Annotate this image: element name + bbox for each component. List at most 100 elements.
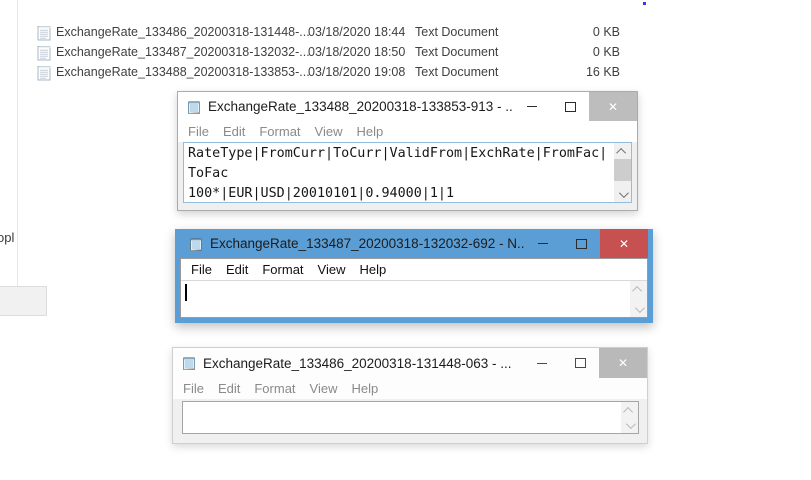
menu-edit[interactable]: Edit — [216, 124, 252, 139]
chevron-down-icon — [626, 419, 636, 429]
background-partial-text: opl — [0, 230, 14, 245]
file-size: 16 KB — [510, 65, 620, 79]
background-button-fragment — [0, 286, 47, 316]
scroll-up-button[interactable] — [621, 402, 638, 418]
scroll-up-button[interactable] — [614, 143, 631, 159]
text-file-icon — [37, 45, 51, 61]
vertical-scrollbar[interactable] — [614, 143, 631, 202]
minimize-button[interactable] — [513, 92, 551, 121]
close-icon: ✕ — [619, 237, 629, 251]
chevron-down-icon — [619, 188, 629, 198]
scroll-down-button[interactable] — [621, 417, 638, 433]
maximize-icon — [576, 239, 587, 249]
menu-help[interactable]: Help — [344, 381, 385, 396]
text-area[interactable] — [181, 281, 647, 317]
file-list: ExchangeRate_133486_20200318-131448-... … — [30, 23, 652, 83]
file-date: 03/18/2020 18:50 — [308, 45, 405, 59]
file-name: ExchangeRate_133488_20200318-133853-... — [56, 65, 310, 79]
chevron-up-icon — [632, 285, 642, 295]
text-area[interactable] — [182, 401, 639, 434]
scrollbar-thumb[interactable] — [614, 159, 631, 181]
menubar: File Edit Format View Help — [173, 378, 647, 399]
file-size: 0 KB — [510, 25, 620, 39]
menu-file[interactable]: File — [184, 262, 219, 277]
file-name: ExchangeRate_133487_20200318-132032-... — [56, 45, 310, 59]
notepad-window-133487: ExchangeRate_133487_20200318-132032-692 … — [175, 229, 653, 323]
notepad-icon — [181, 355, 197, 371]
desktop: opl ExchangeRate_133486_20200318-131448-… — [0, 0, 811, 480]
vertical-scrollbar[interactable] — [621, 402, 638, 433]
window-title: ExchangeRate_133488_20200318-133853-913 … — [208, 99, 513, 114]
menubar: File Edit Format View Help — [181, 259, 647, 281]
close-icon: ✕ — [618, 356, 628, 370]
text-area[interactable]: RateType|FromCurr|ToCurr|ValidFrom|ExchR… — [183, 142, 632, 203]
menu-file[interactable]: File — [181, 124, 216, 139]
menu-format[interactable]: Format — [247, 381, 302, 396]
window-controls: ✕ — [523, 348, 647, 378]
background-window-edge — [17, 0, 18, 312]
file-type: Text Document — [415, 45, 498, 59]
document-text: RateType|FromCurr|ToCurr|ValidFrom|ExchR… — [188, 144, 611, 202]
menubar: File Edit Format View Help — [178, 121, 637, 142]
maximize-icon — [565, 102, 576, 112]
notepad-icon — [188, 236, 204, 252]
file-name: ExchangeRate_133486_20200318-131448-... — [56, 25, 310, 39]
menu-help[interactable]: Help — [349, 124, 390, 139]
menu-view[interactable]: View — [308, 124, 350, 139]
text-cursor — [185, 284, 187, 301]
menu-format[interactable]: Format — [252, 124, 307, 139]
scroll-down-button[interactable] — [614, 186, 631, 202]
file-row[interactable]: ExchangeRate_133487_20200318-132032-... … — [30, 43, 652, 63]
maximize-button[interactable] — [562, 229, 600, 258]
window-controls: ✕ — [524, 229, 648, 258]
titlebar[interactable]: ExchangeRate_133487_20200318-132032-692 … — [175, 229, 653, 258]
close-button[interactable]: ✕ — [589, 92, 637, 121]
chevron-down-icon — [635, 303, 645, 313]
chevron-up-icon — [623, 406, 633, 416]
text-file-icon — [37, 65, 51, 81]
file-type: Text Document — [415, 25, 498, 39]
file-size: 0 KB — [510, 45, 620, 59]
vertical-scrollbar[interactable] — [630, 281, 647, 317]
minimize-icon — [538, 243, 548, 244]
titlebar[interactable]: ExchangeRate_133486_20200318-131448-063 … — [173, 348, 647, 378]
notepad-window-133486: ExchangeRate_133486_20200318-131448-063 … — [172, 347, 648, 444]
window-client-area: File Edit Format View Help — [180, 258, 648, 318]
menu-format[interactable]: Format — [255, 262, 310, 277]
close-button[interactable]: ✕ — [599, 348, 647, 378]
close-button[interactable]: ✕ — [600, 229, 648, 258]
cursor-artifact-dot — [643, 2, 646, 5]
file-row[interactable]: ExchangeRate_133486_20200318-131448-... … — [30, 23, 652, 43]
maximize-button[interactable] — [561, 348, 599, 378]
minimize-icon — [527, 106, 537, 107]
text-file-icon — [37, 25, 51, 41]
notepad-window-133488: ExchangeRate_133488_20200318-133853-913 … — [177, 91, 638, 211]
text-line: RateType|FromCurr|ToCurr|ValidFrom|ExchR… — [188, 144, 611, 164]
menu-edit[interactable]: Edit — [219, 262, 255, 277]
menu-help[interactable]: Help — [352, 262, 393, 277]
scroll-up-button[interactable] — [630, 281, 647, 297]
chevron-up-icon — [616, 147, 626, 157]
minimize-icon — [537, 363, 547, 364]
minimize-button[interactable] — [523, 348, 561, 378]
window-title: ExchangeRate_133487_20200318-132032-692 … — [210, 236, 524, 251]
maximize-icon — [575, 358, 586, 368]
scroll-down-button[interactable] — [630, 301, 647, 317]
file-date: 03/18/2020 19:08 — [308, 65, 405, 79]
maximize-button[interactable] — [551, 92, 589, 121]
file-row[interactable]: ExchangeRate_133488_20200318-133853-... … — [30, 63, 652, 83]
notepad-icon — [186, 99, 202, 115]
menu-edit[interactable]: Edit — [211, 381, 247, 396]
minimize-button[interactable] — [524, 229, 562, 258]
close-icon: ✕ — [608, 100, 618, 114]
menu-view[interactable]: View — [303, 381, 345, 396]
window-controls: ✕ — [513, 92, 637, 121]
file-type: Text Document — [415, 65, 498, 79]
menu-view[interactable]: View — [311, 262, 353, 277]
file-date: 03/18/2020 18:44 — [308, 25, 405, 39]
titlebar[interactable]: ExchangeRate_133488_20200318-133853-913 … — [178, 92, 637, 121]
text-line: 100*|EUR|USD|20010101|0.94000|1|1 — [188, 184, 611, 202]
window-title: ExchangeRate_133486_20200318-131448-063 … — [203, 356, 523, 371]
menu-file[interactable]: File — [176, 381, 211, 396]
text-line: ToFac — [188, 164, 611, 184]
